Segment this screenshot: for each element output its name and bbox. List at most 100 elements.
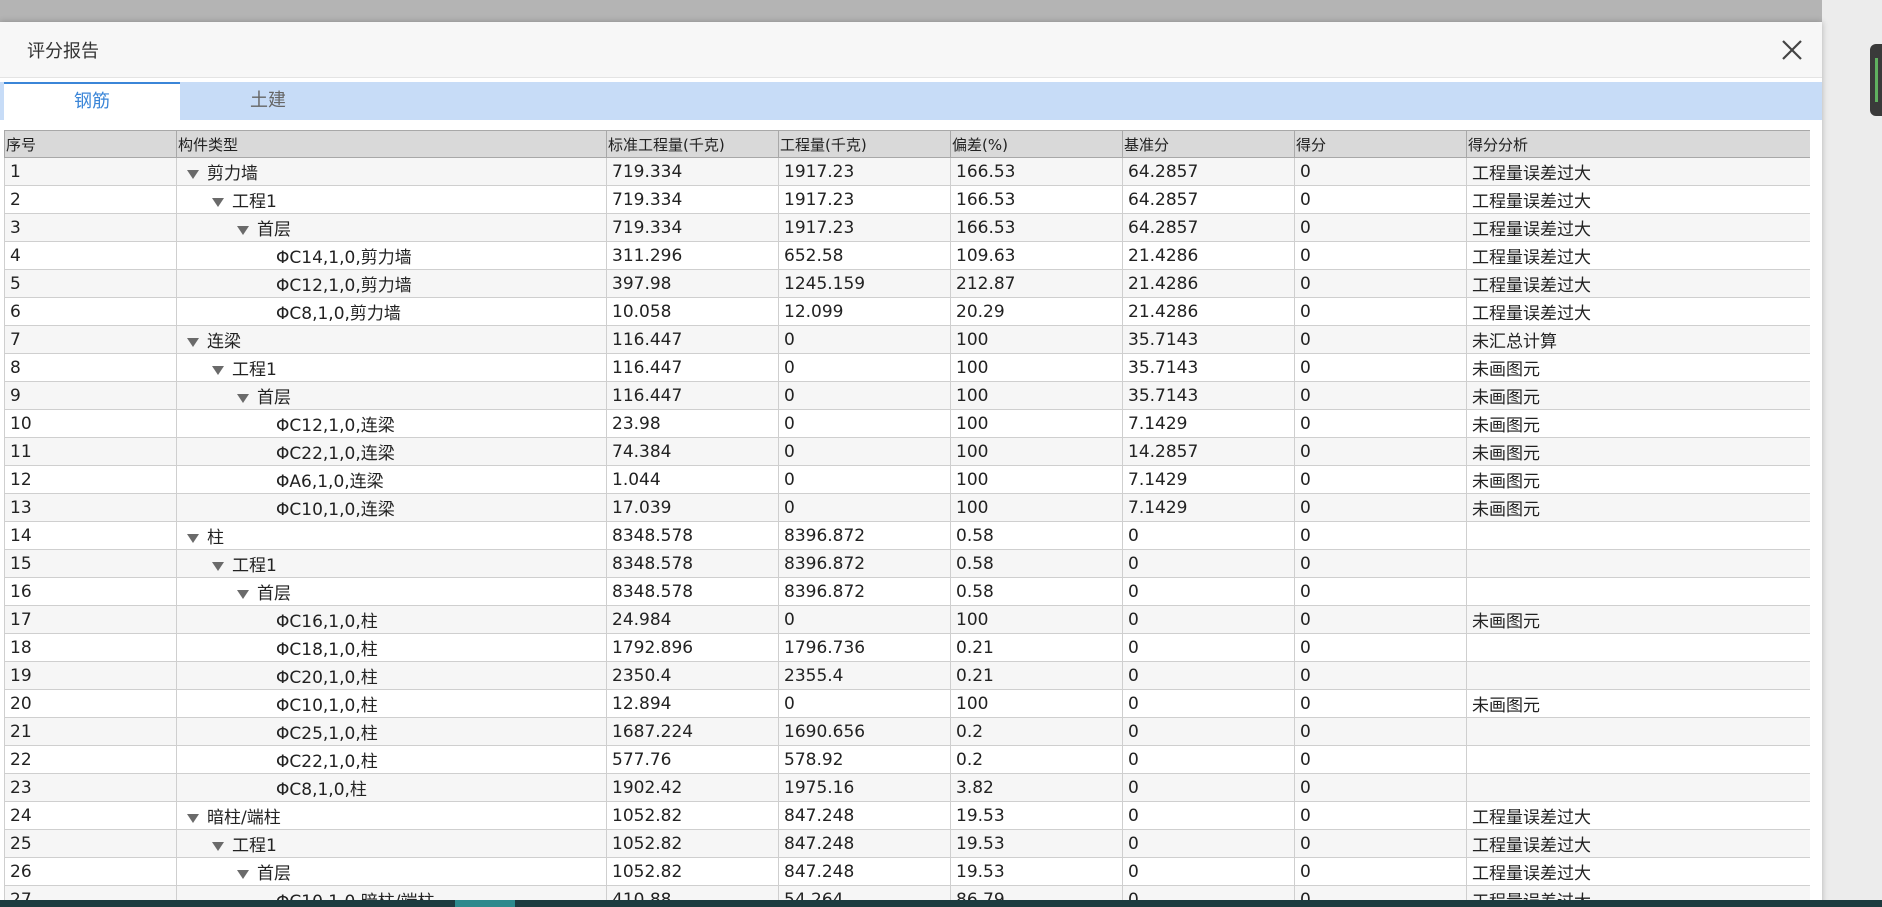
side-widget-handle[interactable] (1870, 44, 1882, 116)
column-header-analysis[interactable]: 得分分析 (1466, 130, 1810, 158)
column-header-component-type[interactable]: 构件类型 (176, 130, 607, 158)
cell-score: 0 (1294, 157, 1467, 186)
table-row[interactable]: 11 ΦC22,1,0,连梁 74.384 0 100 14.2857 0 未画图元 (4, 437, 1810, 466)
cell-deviation: 20.29 (950, 297, 1123, 326)
table-row[interactable]: 6 ΦC8,1,0,剪力墙 10.058 12.099 20.29 21.4286 0 工程量… (4, 297, 1810, 326)
cell-quantity: 0 (778, 381, 951, 410)
caret-down-icon[interactable] (237, 869, 249, 879)
cell-deviation: 3.82 (950, 773, 1123, 802)
cell-base-score: 0 (1122, 521, 1295, 550)
table-row[interactable]: 14 柱 8348.578 8396.872 0.58 0 0 (4, 521, 1810, 550)
cell-score: 0 (1294, 521, 1467, 550)
table-row[interactable]: 26 首层 1052.82 847.248 19.53 0 0 工程量误差过大 (4, 857, 1810, 886)
caret-down-icon[interactable] (187, 813, 199, 823)
cell-component-type: 连梁 (176, 325, 607, 354)
table-row[interactable]: 21 ΦC25,1,0,柱 1687.224 1690.656 0.2 0 0 (4, 717, 1810, 746)
component-name: 工程1 (232, 556, 277, 576)
cell-quantity: 12.099 (778, 297, 951, 326)
tab-rebar[interactable]: 钢筋 (4, 82, 180, 120)
table-row[interactable]: 25 工程1 1052.82 847.248 19.53 0 0 工程量误差过大 (4, 829, 1810, 858)
table-row[interactable]: 22 ΦC22,1,0,柱 577.76 578.92 0.2 0 0 (4, 745, 1810, 774)
cell-quantity: 0 (778, 325, 951, 354)
cell-base-score: 0 (1122, 633, 1295, 662)
column-header-quantity[interactable]: 工程量(千克) (778, 130, 951, 158)
cell-quantity: 578.92 (778, 745, 951, 774)
table-row[interactable]: 12 ΦA6,1,0,连梁 1.044 0 100 7.1429 0 未画图元 (4, 465, 1810, 494)
table-row[interactable]: 17 ΦC16,1,0,柱 24.984 0 100 0 0 未画图元 (4, 605, 1810, 634)
cell-quantity: 1917.23 (778, 213, 951, 242)
caret-down-icon[interactable] (212, 561, 224, 571)
column-header-score[interactable]: 得分 (1294, 130, 1467, 158)
cell-base-score: 7.1429 (1122, 409, 1295, 438)
taskbar-active-item[interactable] (455, 900, 515, 907)
table-row[interactable]: 3 首层 719.334 1917.23 166.53 64.2857 0 工程量误差过大 (4, 213, 1810, 242)
cell-analysis: 工程量误差过大 (1466, 185, 1810, 214)
cell-deviation: 0.2 (950, 745, 1123, 774)
tab-civil[interactable]: 土建 (180, 82, 356, 120)
column-header-base-score[interactable]: 基准分 (1122, 130, 1295, 158)
caret-down-icon[interactable] (187, 533, 199, 543)
column-header-index[interactable]: 序号 (4, 130, 177, 158)
cell-quantity: 0 (778, 353, 951, 382)
cell-index: 11 (4, 437, 177, 466)
caret-down-icon[interactable] (237, 225, 249, 235)
cell-deviation: 166.53 (950, 213, 1123, 242)
component-name: 工程1 (232, 360, 277, 380)
cell-analysis: 未汇总计算 (1466, 325, 1810, 354)
table-row[interactable]: 23 ΦC8,1,0,柱 1902.42 1975.16 3.82 0 0 (4, 773, 1810, 802)
cell-standard-quantity: 74.384 (606, 437, 779, 466)
cell-quantity: 0 (778, 465, 951, 494)
table-row[interactable]: 13 ΦC10,1,0,连梁 17.039 0 100 7.1429 0 未画图元 (4, 493, 1810, 522)
caret-down-icon[interactable] (212, 197, 224, 207)
cell-score: 0 (1294, 437, 1467, 466)
cell-deviation: 0.58 (950, 577, 1123, 606)
cell-base-score: 0 (1122, 745, 1295, 774)
caret-down-icon[interactable] (212, 841, 224, 851)
cell-component-type: 剪力墙 (176, 157, 607, 186)
table-row[interactable]: 19 ΦC20,1,0,柱 2350.4 2355.4 0.21 0 0 (4, 661, 1810, 690)
cell-base-score: 0 (1122, 605, 1295, 634)
cell-deviation: 100 (950, 689, 1123, 718)
table-row[interactable]: 4 ΦC14,1,0,剪力墙 311.296 652.58 109.63 21.4286 0… (4, 241, 1810, 270)
table-row[interactable]: 24 暗柱/端柱 1052.82 847.248 19.53 0 0 工程量误差过大 (4, 801, 1810, 830)
score-table: 序号 构件类型 标准工程量(千克) 工程量(千克) 偏差(%) 基准分 得分 得… (4, 130, 1810, 907)
cell-index: 10 (4, 409, 177, 438)
cell-standard-quantity: 1792.896 (606, 633, 779, 662)
cell-component-type: 首层 (176, 213, 607, 242)
table-row[interactable]: 7 连梁 116.447 0 100 35.7143 0 未汇总计算 (4, 325, 1810, 354)
score-table-container[interactable]: 序号 构件类型 标准工程量(千克) 工程量(千克) 偏差(%) 基准分 得分 得… (4, 130, 1810, 907)
cell-analysis: 未画图元 (1466, 493, 1810, 522)
table-row[interactable]: 8 工程1 116.447 0 100 35.7143 0 未画图元 (4, 353, 1810, 382)
cell-standard-quantity: 2350.4 (606, 661, 779, 690)
table-row[interactable]: 18 ΦC18,1,0,柱 1792.896 1796.736 0.21 0 0 (4, 633, 1810, 662)
table-row[interactable]: 15 工程1 8348.578 8396.872 0.58 0 0 (4, 549, 1810, 578)
caret-down-icon[interactable] (187, 169, 199, 179)
cell-component-type: ΦC8,1,0,剪力墙 (176, 297, 607, 326)
table-row[interactable]: 16 首层 8348.578 8396.872 0.58 0 0 (4, 577, 1810, 606)
caret-down-icon[interactable] (187, 337, 199, 347)
caret-down-icon[interactable] (237, 393, 249, 403)
cell-index: 2 (4, 185, 177, 214)
caret-down-icon[interactable] (237, 589, 249, 599)
close-button[interactable] (1778, 36, 1806, 64)
cell-deviation: 0.21 (950, 661, 1123, 690)
table-row[interactable]: 9 首层 116.447 0 100 35.7143 0 未画图元 (4, 381, 1810, 410)
cell-deviation: 0.58 (950, 521, 1123, 550)
table-row[interactable]: 10 ΦC12,1,0,连梁 23.98 0 100 7.1429 0 未画图元 (4, 409, 1810, 438)
column-header-deviation[interactable]: 偏差(%) (950, 130, 1123, 158)
cell-standard-quantity: 1052.82 (606, 801, 779, 830)
caret-down-icon[interactable] (212, 365, 224, 375)
column-header-standard-quantity[interactable]: 标准工程量(千克) (606, 130, 779, 158)
table-row[interactable]: 2 工程1 719.334 1917.23 166.53 64.2857 0 工程量误差过大 (4, 185, 1810, 214)
cell-index: 16 (4, 577, 177, 606)
table-row[interactable]: 1 剪力墙 719.334 1917.23 166.53 64.2857 0 工程量误差过大 (4, 157, 1810, 186)
cell-score: 0 (1294, 353, 1467, 382)
cell-analysis: 工程量误差过大 (1466, 297, 1810, 326)
table-row[interactable]: 20 ΦC10,1,0,柱 12.894 0 100 0 0 未画图元 (4, 689, 1810, 718)
cell-base-score: 14.2857 (1122, 437, 1295, 466)
cell-standard-quantity: 116.447 (606, 325, 779, 354)
cell-quantity: 847.248 (778, 829, 951, 858)
component-name: ΦC20,1,0,柱 (276, 668, 378, 688)
table-row[interactable]: 5 ΦC12,1,0,剪力墙 397.98 1245.159 212.87 21.4286… (4, 269, 1810, 298)
cell-component-type: ΦC8,1,0,柱 (176, 773, 607, 802)
